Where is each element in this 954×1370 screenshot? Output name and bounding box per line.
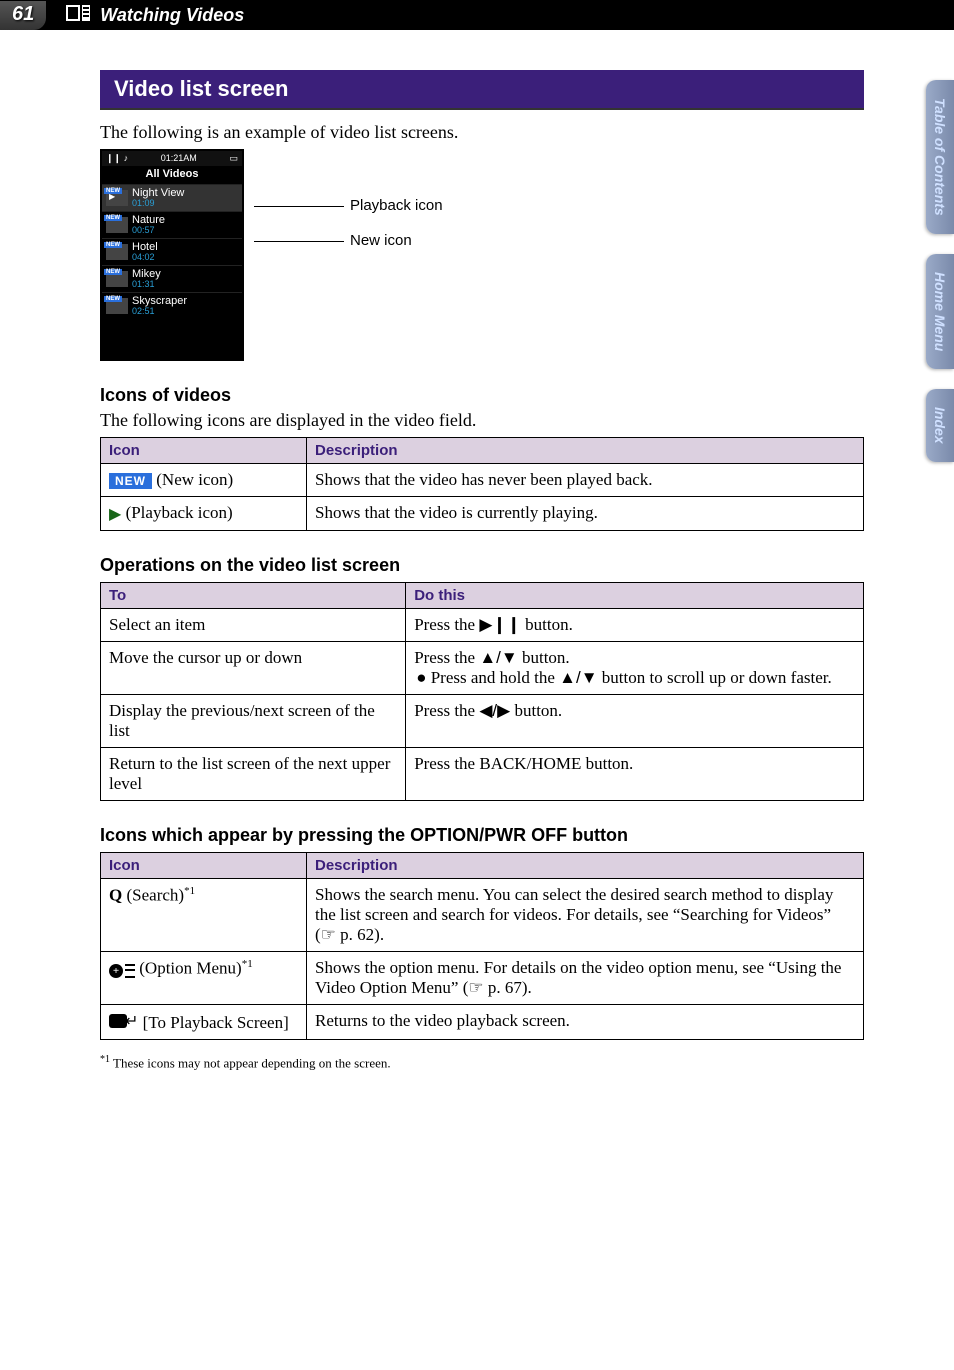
- table-row: NEW (New icon) Shows that the video has …: [101, 463, 864, 496]
- th-to: To: [101, 583, 406, 609]
- pointer-icon: ☞: [468, 978, 483, 997]
- table-row: ↵ [To Playback Screen] Returns to the vi…: [101, 1005, 864, 1040]
- option-icons-heading: Icons which appear by pressing the OPTIO…: [100, 825, 864, 846]
- table-row: ▶ (Playback icon) Shows that the video i…: [101, 496, 864, 530]
- list-item: NEW Mikey01:31: [102, 265, 242, 292]
- page-number: 61: [0, 1, 46, 30]
- th-do: Do this: [406, 583, 864, 609]
- tab-index[interactable]: Index: [926, 389, 954, 462]
- table-row: Display the previous/next screen of the …: [101, 695, 864, 748]
- callout-playback: Playback icon: [254, 197, 443, 214]
- operations-heading: Operations on the video list screen: [100, 555, 864, 576]
- to-playback-icon: ↵: [109, 1011, 138, 1031]
- status-left-icons: ❙❙ ♪: [106, 153, 128, 164]
- list-item: NEW Skyscraper02:51: [102, 292, 242, 319]
- th-desc: Description: [307, 853, 864, 879]
- search-icon: Q: [109, 886, 122, 905]
- operations-table: To Do this Select an item Press the ▶❙❙ …: [100, 582, 864, 801]
- icons-heading: Icons of videos: [100, 385, 864, 406]
- up-down-icon: ▲/▼: [479, 648, 517, 667]
- list-item: NEW Hotel04:02: [102, 238, 242, 265]
- th-desc: Description: [307, 437, 864, 463]
- left-right-icon: ◀/▶: [479, 701, 510, 720]
- header-title: Watching Videos: [100, 5, 244, 26]
- th-icon: Icon: [101, 437, 307, 463]
- tab-home-menu[interactable]: Home Menu: [926, 254, 954, 369]
- table-row: Q (Search)*1 Shows the search menu. You …: [101, 879, 864, 952]
- playback-icon: ▶: [109, 504, 121, 524]
- section-heading-bar: Video list screen: [100, 70, 864, 110]
- top-bar: 61 Watching Videos: [0, 0, 954, 30]
- table-row: + (Option Menu)*1 Shows the option menu.…: [101, 952, 864, 1005]
- option-menu-icon: +: [109, 964, 135, 978]
- intro-text: The following is an example of video lis…: [100, 122, 864, 143]
- new-icon: NEW: [109, 473, 152, 489]
- list-item: NEW▶ Night View01:09: [102, 184, 242, 211]
- play-pause-icon: ▶❙❙: [479, 615, 521, 634]
- table-row: Move the cursor up or down Press the ▲/▼…: [101, 642, 864, 695]
- option-icons-table: Icon Description Q (Search)*1 Shows the …: [100, 852, 864, 1040]
- up-down-icon: ▲/▼: [559, 668, 597, 687]
- icons-table: Icon Description NEW (New icon) Shows th…: [100, 437, 864, 531]
- status-time: 01:21AM: [161, 153, 197, 164]
- pointer-icon: ☞: [321, 925, 336, 944]
- footnote: *1 These icons may not appear depending …: [100, 1054, 864, 1071]
- icons-intro: The following icons are displayed in the…: [100, 410, 864, 431]
- table-row: Return to the list screen of the next up…: [101, 748, 864, 801]
- device-screen-title: All Videos: [102, 166, 242, 184]
- table-row: Select an item Press the ▶❙❙ button.: [101, 609, 864, 642]
- callout-new: New icon: [254, 232, 443, 249]
- device-screen-preview: ❙❙ ♪ 01:21AM ▭ All Videos NEW▶ Night Vie…: [100, 149, 244, 361]
- th-icon: Icon: [101, 853, 307, 879]
- status-battery-icon: ▭: [229, 153, 238, 164]
- list-item: NEW Nature00:57: [102, 211, 242, 238]
- video-header-icon: [66, 5, 90, 26]
- tab-table-of-contents[interactable]: Table of Contents: [926, 80, 954, 234]
